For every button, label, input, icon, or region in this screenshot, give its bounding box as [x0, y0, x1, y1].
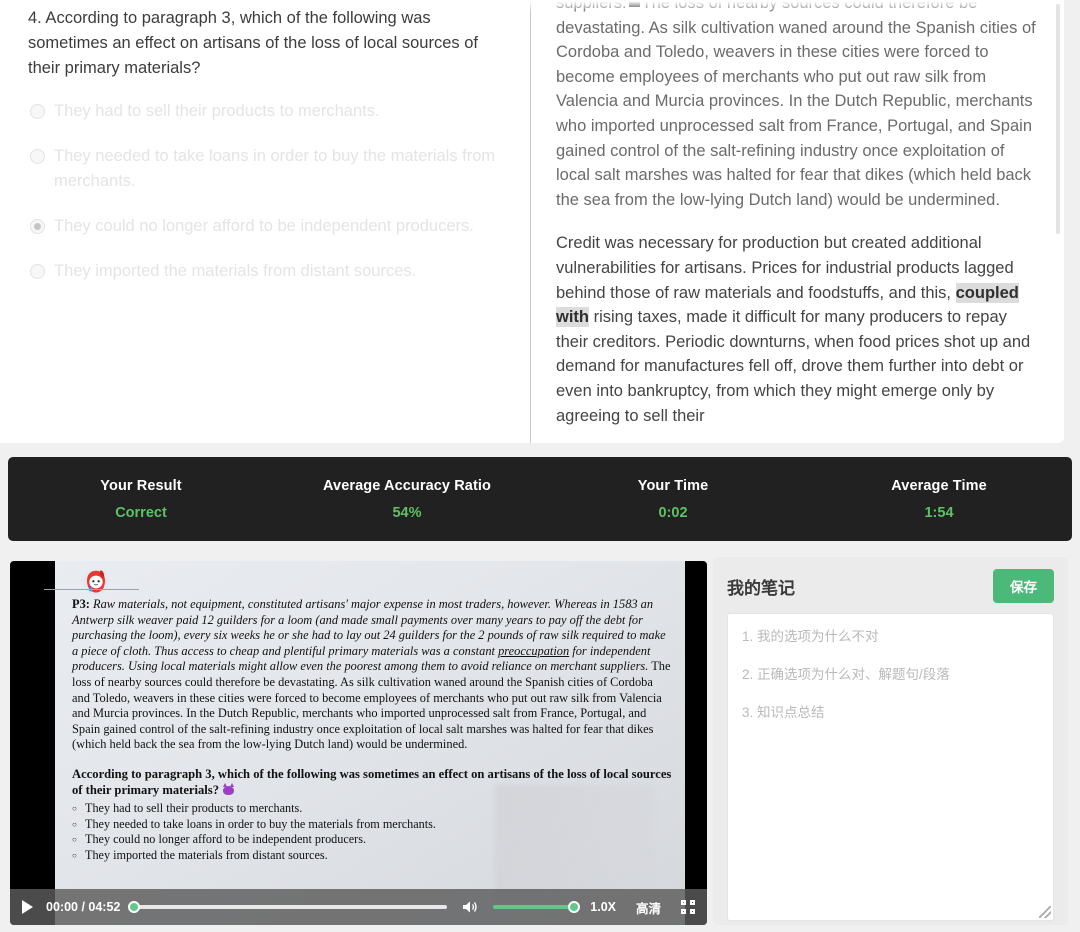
slide-rule-line [44, 589, 139, 590]
stat-average-accuracy: Average Accuracy Ratio 54% [274, 478, 540, 521]
radio-option-4[interactable] [30, 264, 45, 279]
app-root: 4. According to paragraph 3, which of th… [0, 0, 1080, 932]
slide-paragraph: P3: Raw materials, not equipment, consti… [72, 597, 672, 753]
passage-paragraph-1: suppliers. The loss of nearby sources cou… [556, 0, 1036, 212]
radio-option-2[interactable] [30, 149, 45, 164]
play-button[interactable] [22, 900, 33, 914]
video-player[interactable]: P3: Raw materials, not equipment, consti… [10, 561, 707, 925]
stat-value-your-result: Correct [115, 504, 167, 521]
slide-underlined-word: preoccupation [498, 643, 570, 658]
option-label-2: They needed to take loans in order to bu… [54, 147, 496, 190]
volume-handle[interactable] [568, 901, 581, 913]
slide-option-2: They needed to take loans in order to bu… [72, 817, 672, 833]
video-slide: P3: Raw materials, not equipment, consti… [44, 561, 685, 925]
notes-title: 我的笔记 [727, 578, 795, 598]
stat-your-result: Your Result Correct [8, 478, 274, 521]
stat-average-time: Average Time 1:54 [806, 478, 1072, 521]
option-row-4[interactable]: They imported the materials from distant… [28, 259, 500, 284]
fullscreen-icon[interactable] [681, 900, 695, 914]
quality-button[interactable]: 高清 [636, 898, 661, 917]
mascot-avatar-icon [83, 569, 109, 595]
option-label-4: They imported the materials from distant… [54, 262, 417, 280]
stat-value-average-time: 1:54 [924, 504, 954, 521]
stat-value-average-accuracy: 54% [392, 504, 422, 521]
passage-column[interactable]: suppliers. The loss of nearby sources cou… [530, 0, 1064, 443]
option-row-3[interactable]: They could no longer afford to be indepe… [28, 214, 500, 239]
slide-content: P3: Raw materials, not equipment, consti… [44, 569, 672, 864]
slide-question-text: According to paragraph 3, which of the f… [72, 766, 672, 797]
stat-label-your-time: Your Time [637, 477, 709, 494]
slide-option-3: They could no longer afford to be indepe… [72, 832, 672, 848]
results-stats-bar: Your Result Correct Average Accuracy Rat… [8, 457, 1072, 541]
radio-option-3[interactable] [30, 219, 45, 234]
textarea-resize-handle[interactable] [1039, 906, 1051, 918]
notes-textarea[interactable]: 1. 我的选项为什么不对 2. 正确选项为什么对、解题句/段落 3. 知识点总结 [727, 613, 1054, 921]
volume-icon[interactable] [461, 899, 479, 915]
question-stem: 4. According to paragraph 3, which of th… [28, 9, 479, 77]
option-label-3: They could no longer afford to be indepe… [54, 217, 474, 235]
slide-option-1: They had to sell their products to merch… [72, 801, 672, 817]
playback-speed-button[interactable]: 1.0X [590, 900, 616, 914]
stat-label-average-accuracy: Average Accuracy Ratio [323, 477, 491, 494]
notes-placeholder-1: 1. 我的选项为什么不对 [742, 629, 879, 644]
stat-label-average-time: Average Time [891, 477, 987, 494]
question-passage-panel: 4. According to paragraph 3, which of th… [0, 0, 1064, 443]
passage-p1-post: The loss of nearby sources could therefo… [556, 0, 1036, 209]
stat-value-your-time: 0:02 [658, 504, 688, 521]
option-row-1[interactable]: They had to sell their products to merch… [28, 99, 500, 124]
slide-para-label: P3 [72, 597, 86, 611]
progress-handle[interactable] [128, 901, 141, 913]
notes-panel: 我的笔记 保存 1. 我的选项为什么不对 2. 正确选项为什么对、解题句/段落 … [713, 557, 1068, 925]
passage-scrollbar[interactable] [1056, 4, 1060, 234]
devil-emoji-icon [223, 782, 235, 795]
slide-question: According to paragraph 3, which of the f… [72, 766, 672, 798]
stat-your-time: Your Time 0:02 [540, 478, 806, 521]
video-progress-bar[interactable] [128, 901, 448, 913]
stat-label-your-result: Your Result [100, 477, 182, 494]
question-column: 4. According to paragraph 3, which of th… [0, 0, 530, 443]
passage-p1-pre: suppliers. [556, 0, 627, 12]
notes-header: 我的笔记 保存 [727, 569, 1054, 603]
insert-square-icon[interactable] [628, 0, 640, 7]
radio-option-1[interactable] [30, 104, 45, 119]
volume-slider[interactable] [493, 901, 581, 913]
save-button[interactable]: 保存 [993, 569, 1054, 603]
video-timestamp: 00:00 / 04:52 [46, 900, 121, 914]
option-row-2[interactable]: They needed to take loans in order to bu… [28, 144, 500, 194]
slide-option-4: They imported the materials from distant… [72, 848, 672, 864]
passage-p2-a: Credit was necessary for production but … [556, 234, 1014, 302]
video-controls: 00:00 / 04:52 1.0X 高清 [10, 889, 707, 925]
notes-placeholder-3: 3. 知识点总结 [742, 705, 825, 720]
passage-paragraph-2: Credit was necessary for production but … [556, 231, 1036, 428]
passage-p2-b: rising taxes, made it difficult for many… [556, 308, 1031, 425]
notes-placeholder-2: 2. 正确选项为什么对、解题句/段落 [742, 667, 950, 682]
bottom-row: P3: Raw materials, not equipment, consti… [0, 553, 1080, 932]
option-label-1: They had to sell their products to merch… [54, 102, 380, 120]
